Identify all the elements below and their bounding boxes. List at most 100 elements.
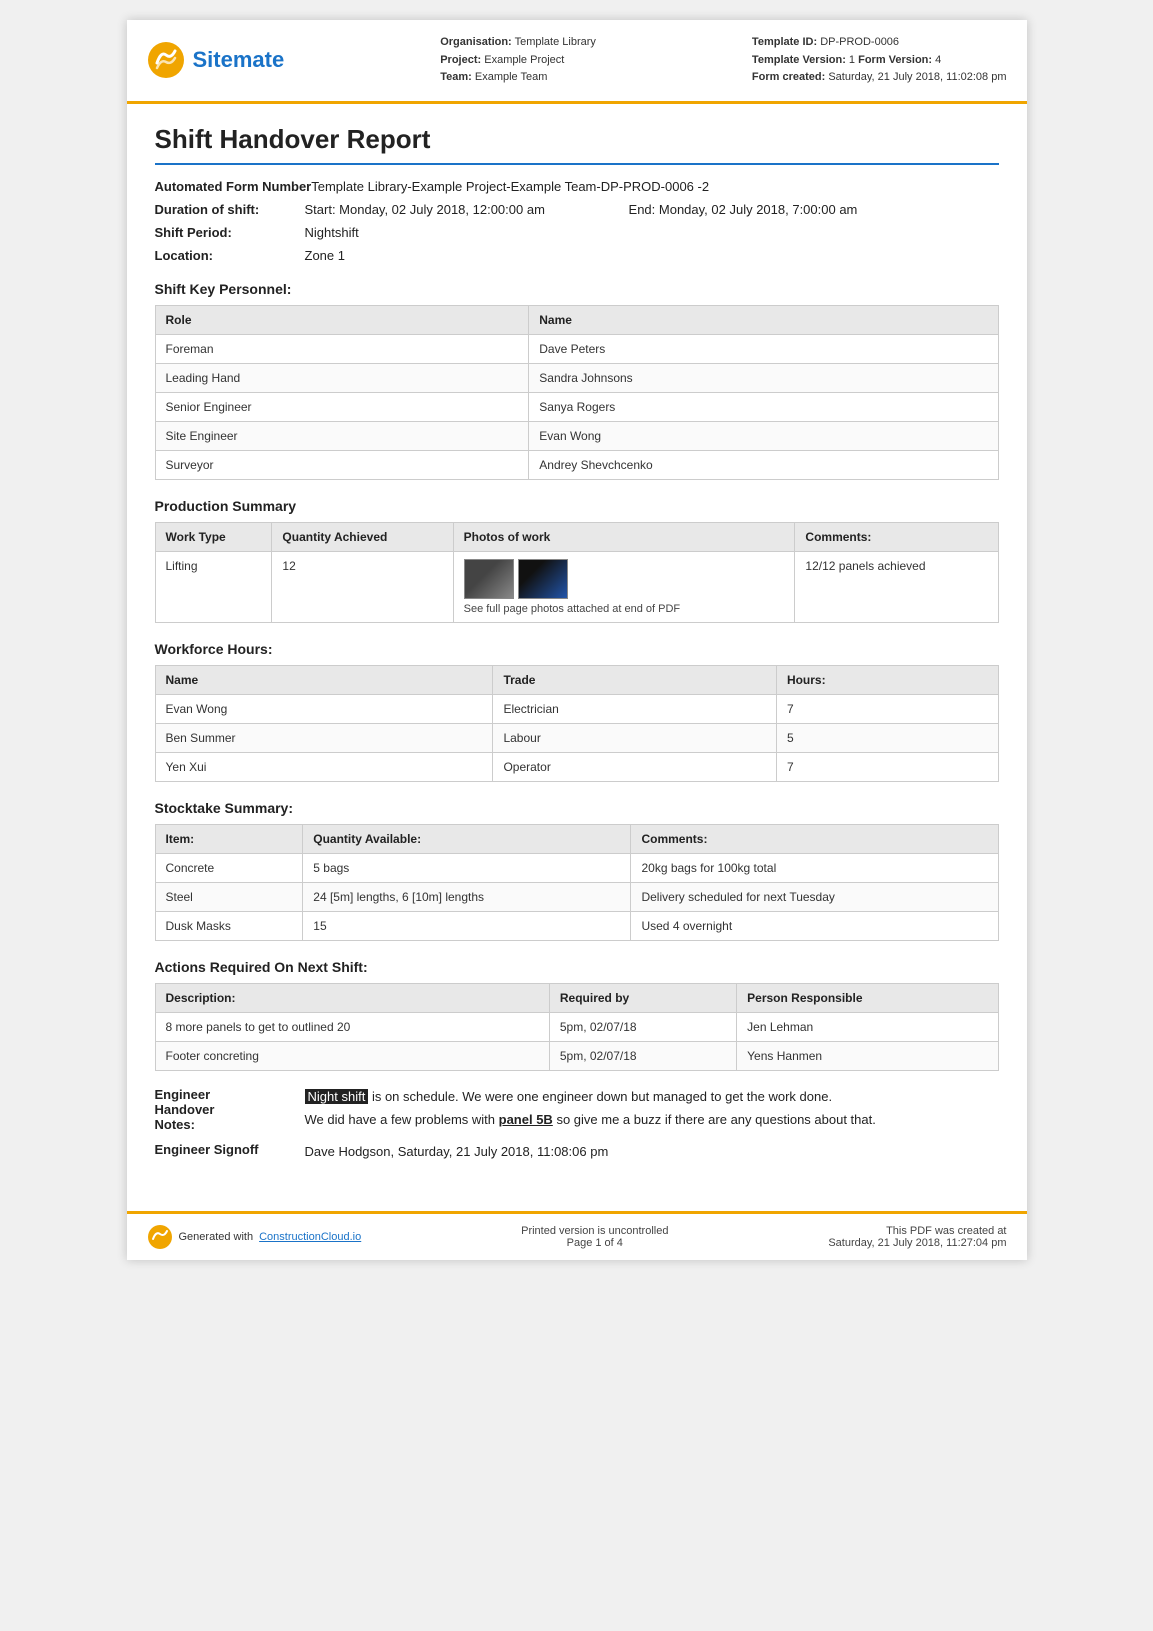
table-cell: Yen Xui xyxy=(155,752,493,781)
personnel-table: Role Name ForemanDave PetersLeading Hand… xyxy=(155,305,999,480)
table-cell: Evan Wong xyxy=(529,421,998,450)
table-cell: Delivery scheduled for next Tuesday xyxy=(631,882,998,911)
table-cell: Operator xyxy=(493,752,776,781)
photo-thumb-1 xyxy=(464,559,514,599)
table-row: Steel24 [5m] lengths, 6 [10m] lengthsDel… xyxy=(155,882,998,911)
page: Sitemate Organisation: Template Library … xyxy=(127,20,1027,1260)
table-row: 8 more panels to get to outlined 205pm, … xyxy=(155,1012,998,1041)
production-section-title: Production Summary xyxy=(155,498,999,514)
table-cell: 5 bags xyxy=(303,853,631,882)
header-meta-left: Organisation: Template Library Project: … xyxy=(440,34,596,87)
footer-right: This PDF was created at Saturday, 21 Jul… xyxy=(828,1225,1006,1249)
table-row: SurveyorAndrey Shevchcenko xyxy=(155,450,998,479)
table-cell: Evan Wong xyxy=(155,694,493,723)
actions-col-person: Person Responsible xyxy=(737,983,998,1012)
table-cell: Jen Lehman xyxy=(737,1012,998,1041)
workforce-table: Name Trade Hours: Evan WongElectrician7B… xyxy=(155,665,999,782)
prod-col-comments: Comments: xyxy=(795,522,998,551)
duration-value: Start: Monday, 02 July 2018, 12:00:00 am… xyxy=(305,202,999,217)
duration-end: End: Monday, 02 July 2018, 7:00:00 am xyxy=(629,202,858,217)
stock-col-item: Item: xyxy=(155,824,303,853)
content: Shift Handover Report Automated Form Num… xyxy=(127,104,1027,1192)
table-cell: Foreman xyxy=(155,334,529,363)
form-number-value: Template Library-Example Project-Example… xyxy=(311,179,998,194)
table-row: Footer concreting5pm, 02/07/18Yens Hanme… xyxy=(155,1041,998,1070)
form-number-label: Automated Form Number xyxy=(155,179,312,194)
note2-bold: panel 5B xyxy=(499,1112,553,1127)
stocktake-table: Item: Quantity Available: Comments: Conc… xyxy=(155,824,999,941)
table-cell: 7 xyxy=(776,752,998,781)
table-row: Evan WongElectrician7 xyxy=(155,694,998,723)
shift-period-value: Nightshift xyxy=(305,225,999,240)
sitemate-logo-icon xyxy=(147,41,185,79)
table-row: Concrete5 bags20kg bags for 100kg total xyxy=(155,853,998,882)
table-cell: Electrician xyxy=(493,694,776,723)
table-row: Senior EngineerSanya Rogers xyxy=(155,392,998,421)
footer-center: Printed version is uncontrolled Page 1 o… xyxy=(521,1225,668,1249)
note1-rest: is on schedule. We were one engineer dow… xyxy=(372,1089,832,1104)
stocktake-section-title: Stocktake Summary: xyxy=(155,800,999,816)
shift-period-row: Shift Period: Nightshift xyxy=(155,225,999,240)
footer-link[interactable]: ConstructionCloud.io xyxy=(259,1231,361,1243)
engineer-note-line1: Night shift is on schedule. We were one … xyxy=(305,1087,999,1107)
duration-row: Duration of shift: Start: Monday, 02 Jul… xyxy=(155,202,999,217)
personnel-section-title: Shift Key Personnel: xyxy=(155,281,999,297)
table-cell: Senior Engineer xyxy=(155,392,529,421)
prod-worktype: Lifting xyxy=(155,551,272,622)
table-row: Leading HandSandra Johnsons xyxy=(155,363,998,392)
location-label: Location: xyxy=(155,248,305,263)
report-title: Shift Handover Report xyxy=(155,124,999,165)
engineer-notes-label: EngineerHandoverNotes: xyxy=(155,1087,305,1132)
table-cell: Steel xyxy=(155,882,303,911)
workforce-col-hours: Hours: xyxy=(776,665,998,694)
footer-page: Page 1 of 4 xyxy=(521,1237,668,1249)
production-table: Work Type Quantity Achieved Photos of wo… xyxy=(155,522,999,623)
project-label: Project: xyxy=(440,54,481,66)
table-cell: Labour xyxy=(493,723,776,752)
table-cell: Dusk Masks xyxy=(155,911,303,940)
workforce-col-trade: Trade xyxy=(493,665,776,694)
prod-quantity: 12 xyxy=(272,551,453,622)
footer-generated-text: Generated with xyxy=(179,1231,254,1243)
footer-uncontrolled: Printed version is uncontrolled xyxy=(521,1225,668,1237)
actions-table: Description: Required by Person Responsi… xyxy=(155,983,999,1071)
workforce-col-name: Name xyxy=(155,665,493,694)
org-label: Organisation: xyxy=(440,36,512,48)
photo-thumbnails xyxy=(464,559,785,599)
table-cell: 5pm, 02/07/18 xyxy=(549,1012,736,1041)
form-version-label: Form Version: xyxy=(858,54,932,66)
footer: Generated with ConstructionCloud.io Prin… xyxy=(127,1211,1027,1260)
table-row: Lifting 12 See full page photos attached… xyxy=(155,551,998,622)
form-version-value: 4 xyxy=(935,54,941,66)
table-row: ForemanDave Peters xyxy=(155,334,998,363)
duration-label: Duration of shift: xyxy=(155,202,305,217)
form-created-label: Form created: xyxy=(752,71,825,83)
table-row: Dusk Masks15Used 4 overnight xyxy=(155,911,998,940)
duration-start: Start: Monday, 02 July 2018, 12:00:00 am xyxy=(305,202,545,217)
engineer-notes-value: Night shift is on schedule. We were one … xyxy=(305,1087,999,1130)
actions-col-desc: Description: xyxy=(155,983,549,1012)
form-number-row: Automated Form Number Template Library-E… xyxy=(155,179,999,194)
prod-col-photos: Photos of work xyxy=(453,522,795,551)
table-row: Yen XuiOperator7 xyxy=(155,752,998,781)
table-cell: Yens Hanmen xyxy=(737,1041,998,1070)
project-value: Example Project xyxy=(484,54,564,66)
location-value: Zone 1 xyxy=(305,248,999,263)
engineer-signoff-value: Dave Hodgson, Saturday, 21 July 2018, 11… xyxy=(305,1142,999,1162)
form-created-value: Saturday, 21 July 2018, 11:02:08 pm xyxy=(828,71,1006,83)
engineer-notes-row: EngineerHandoverNotes: Night shift is on… xyxy=(155,1087,999,1132)
table-row: Ben SummerLabour5 xyxy=(155,723,998,752)
engineer-note-line2: We did have a few problems with panel 5B… xyxy=(305,1110,999,1130)
table-cell: Concrete xyxy=(155,853,303,882)
table-cell: Used 4 overnight xyxy=(631,911,998,940)
photo-caption: See full page photos attached at end of … xyxy=(464,603,785,615)
night-shift-highlight: Night shift xyxy=(305,1089,369,1104)
org-value: Template Library xyxy=(515,36,596,48)
table-cell: Sanya Rogers xyxy=(529,392,998,421)
note2-suffix: so give me a buzz if there are any quest… xyxy=(553,1112,876,1127)
workforce-section-title: Workforce Hours: xyxy=(155,641,999,657)
table-row: Site EngineerEvan Wong xyxy=(155,421,998,450)
team-value: Example Team xyxy=(475,71,548,83)
footer-pdf-date: Saturday, 21 July 2018, 11:27:04 pm xyxy=(828,1237,1006,1249)
logo-text: Sitemate xyxy=(193,47,285,73)
